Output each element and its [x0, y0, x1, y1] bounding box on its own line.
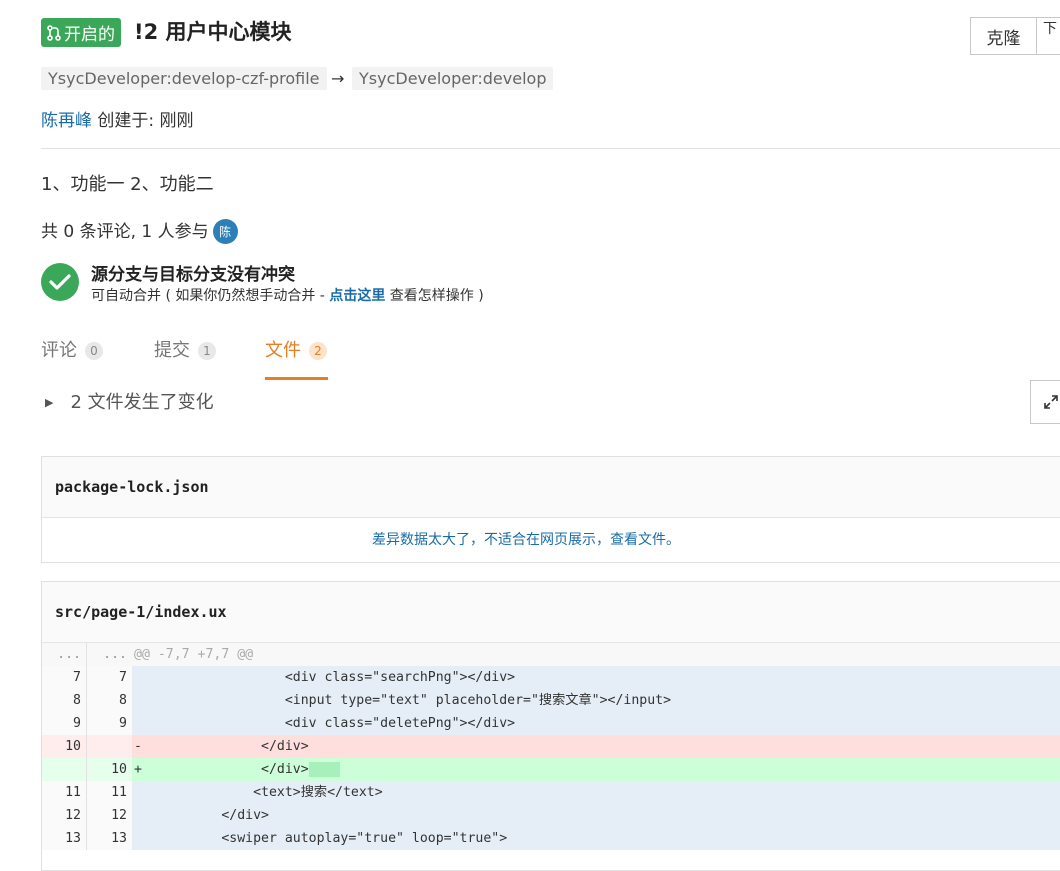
author-link[interactable]: 陈再峰: [41, 111, 92, 131]
code-text: <text>搜索</text>: [132, 781, 1060, 804]
new-line-number[interactable]: 11: [87, 781, 132, 804]
tab-count: 1: [198, 342, 216, 360]
file-name[interactable]: package-lock.json: [42, 457, 1060, 518]
diff-line: 12 12 </div>: [42, 804, 1060, 827]
new-line-number[interactable]: 10: [87, 758, 132, 781]
expand-icon: [1044, 395, 1058, 409]
whitespace-highlight: [308, 762, 341, 777]
code-text: <swiper autoplay="true" loop="true">: [132, 827, 1060, 850]
diff-hunk-header: ... ... @@ -7,7 +7,7 @@: [42, 643, 1060, 666]
tab-label: 提交: [154, 340, 190, 361]
code-text-content: + </div>: [134, 762, 309, 777]
caret-right-icon: ▶: [45, 396, 54, 409]
code-text: <div class="deletePng"></div>: [132, 712, 1060, 735]
diff-line: 11 11 <text>搜索</text>: [42, 781, 1060, 804]
new-line-number[interactable]: ...: [87, 643, 132, 666]
file-card: package-lock.json 差异数据太大了，不适合在网页展示，查看文件。: [41, 456, 1060, 563]
new-line-number[interactable]: 7: [87, 666, 132, 689]
author-line: 陈再峰 创建于: 刚刚: [41, 110, 194, 132]
file-card: src/page-1/index.ux ... ... @@ -7,7 +7,7…: [41, 581, 1060, 871]
merge-sub-prefix: 可自动合并 ( 如果你仍然想手动合并 -: [91, 288, 330, 304]
pull-request-icon: [47, 24, 61, 41]
old-line-number[interactable]: 9: [42, 712, 87, 735]
old-line-number[interactable]: 10: [42, 735, 87, 758]
new-line-number[interactable]: 8: [87, 689, 132, 712]
page-title: !2 用户中心模块: [134, 20, 292, 44]
old-line-number[interactable]: 7: [42, 666, 87, 689]
diff-view: ... ... @@ -7,7 +7,7 @@ 7 7 <div class="…: [42, 643, 1060, 850]
clone-button[interactable]: 克隆: [970, 17, 1037, 55]
tab-count: 0: [85, 342, 103, 360]
manual-merge-link[interactable]: 点击这里: [329, 288, 385, 304]
tab-comments[interactable]: 评论 0: [41, 339, 103, 363]
status-badge: 开启的: [41, 18, 121, 47]
old-line-number[interactable]: 12: [42, 804, 87, 827]
merge-status-subtitle: 可自动合并 ( 如果你仍然想手动合并 - 点击这里 查看怎样操作 ): [91, 286, 484, 306]
new-line-number[interactable]: 9: [87, 712, 132, 735]
old-line-number[interactable]: 8: [42, 689, 87, 712]
expand-button[interactable]: [1030, 380, 1060, 424]
diff-line: 9 9 <div class="deletePng"></div>: [42, 712, 1060, 735]
hunk-text: @@ -7,7 +7,7 @@: [134, 647, 254, 662]
new-line-number[interactable]: 13: [87, 827, 132, 850]
code-text: </div>: [132, 804, 1060, 827]
diff-line: 8 8 <input type="text" placeholder="搜索文章…: [42, 689, 1060, 712]
diff-line-added: 10 + </div>: [42, 758, 1060, 781]
check-icon: [41, 263, 79, 301]
code-text: <input type="text" placeholder="搜索文章"></…: [132, 689, 1060, 712]
branch-arrow: →: [331, 69, 345, 88]
old-line-number[interactable]: ...: [42, 643, 87, 666]
diff-line: 13 13 <swiper autoplay="true" loop="true…: [42, 827, 1060, 850]
old-line-number[interactable]: 13: [42, 827, 87, 850]
code-text: <div class="searchPng"></div>: [132, 666, 1060, 689]
status-label: 开启的: [64, 25, 115, 45]
merge-status-title: 源分支与目标分支没有冲突: [91, 265, 295, 285]
tab-files[interactable]: 文件 2: [265, 339, 327, 363]
target-branch[interactable]: YsycDeveloper:develop: [352, 67, 554, 90]
stats-text: 共 0 条评论, 1 人参与: [41, 221, 209, 242]
new-line-number[interactable]: 12: [87, 804, 132, 827]
description: 1、功能一 2、功能二: [41, 174, 214, 195]
code-text: - </div>: [134, 739, 309, 754]
avatar[interactable]: 陈: [212, 219, 238, 244]
diff-too-large-link[interactable]: 差异数据太大了，不适合在网页展示，查看文件。: [42, 518, 1060, 563]
file-name[interactable]: src/page-1/index.ux: [42, 582, 1060, 643]
new-line-number[interactable]: [87, 735, 132, 758]
tab-label: 评论: [41, 340, 77, 361]
active-tab-indicator: [265, 377, 328, 380]
merge-sub-suffix: 查看怎样操作 ): [385, 288, 484, 304]
divider: [41, 148, 1060, 149]
tab-commits[interactable]: 提交 1: [154, 339, 216, 363]
diff-line-deleted: 10 - </div>: [42, 735, 1060, 758]
diff-line: 7 7 <div class="searchPng"></div>: [42, 666, 1060, 689]
code-text: + </div>: [132, 758, 1060, 781]
changes-toggle[interactable]: ▶ 2 文件发生了变化: [45, 391, 214, 415]
tab-label: 文件: [265, 340, 301, 361]
tab-count: 2: [309, 342, 327, 360]
changes-label: 2 文件发生了变化: [70, 392, 214, 413]
created-text: 创建于: 刚刚: [92, 111, 194, 131]
old-line-number[interactable]: 11: [42, 781, 87, 804]
stats-line: 共 0 条评论, 1 人参与 陈: [41, 219, 238, 244]
source-branch[interactable]: YsycDeveloper:develop-czf-profile: [41, 67, 327, 90]
old-line-number[interactable]: [42, 758, 87, 781]
more-button[interactable]: 下: [1036, 17, 1060, 55]
